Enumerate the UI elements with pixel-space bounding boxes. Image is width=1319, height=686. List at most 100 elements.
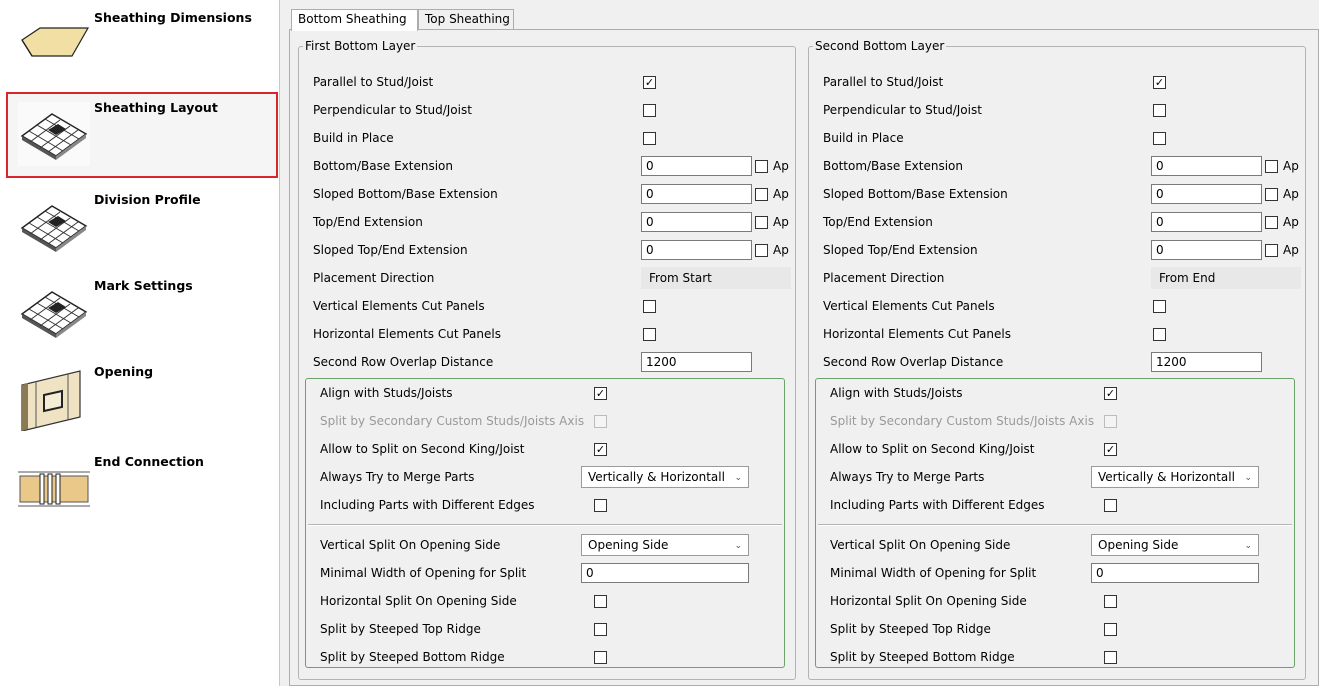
- min-width-input[interactable]: 0: [581, 563, 749, 583]
- split-secondary-checkbox[interactable]: [1104, 414, 1117, 428]
- build-in-place-label: Build in Place: [823, 131, 904, 145]
- ap-label: Ap: [773, 243, 789, 257]
- min-width-label: Minimal Width of Opening for Split: [320, 566, 527, 580]
- bottom-extension-input[interactable]: 0: [1151, 156, 1262, 176]
- vertical-cut-label: Vertical Elements Cut Panels: [313, 299, 485, 313]
- bottom-extension-label: Bottom/Base Extension: [823, 159, 964, 173]
- sloped-top-extension-label: Sloped Top/End Extension: [313, 243, 468, 257]
- top-extension-input[interactable]: 0: [641, 212, 752, 232]
- sloped-bottom-extension-input[interactable]: 0: [641, 184, 752, 204]
- ap-label: Ap: [1283, 215, 1299, 229]
- merge-value: Vertically & Horizontall: [588, 470, 725, 484]
- overlap-label: Second Row Overlap Distance: [823, 355, 1004, 369]
- perpendicular-checkbox[interactable]: [643, 103, 656, 117]
- horizontal-cut-label: Horizontal Elements Cut Panels: [823, 327, 1011, 341]
- parallel-checkbox[interactable]: ✓: [1153, 75, 1166, 89]
- sloped-top-extension-input[interactable]: 0: [641, 240, 752, 260]
- sloped-bottom-extension-ap-checkbox[interactable]: [1265, 187, 1278, 201]
- min-width-label: Minimal Width of Opening for Split: [830, 566, 1037, 580]
- horizontal-split-checkbox[interactable]: [1104, 594, 1117, 608]
- ap-label: Ap: [773, 159, 789, 173]
- sloped-bottom-extension-input[interactable]: 0: [1151, 184, 1262, 204]
- including-checkbox[interactable]: [1104, 498, 1117, 512]
- nav-label: End Connection: [94, 454, 204, 469]
- ap-label: Ap: [1283, 187, 1299, 201]
- nav-label: Sheathing Layout: [94, 100, 218, 115]
- steeped-top-checkbox[interactable]: [1104, 622, 1117, 636]
- vertical-split-value: Opening Side: [1098, 538, 1179, 552]
- sloped-top-extension-ap-checkbox[interactable]: [1265, 243, 1278, 257]
- horizontal-split-label: Horizontal Split On Opening Side: [320, 594, 517, 608]
- tab-bottom-sheathing[interactable]: Bottom Sheathing: [291, 9, 418, 31]
- nav-item-division-profile[interactable]: Division Profile: [8, 186, 276, 272]
- chevron-down-icon: ⌄: [734, 473, 742, 483]
- allow-split-checkbox[interactable]: ✓: [1104, 442, 1117, 456]
- sheathing-dimensions-icon: [18, 12, 90, 76]
- steeped-top-checkbox[interactable]: [594, 622, 607, 636]
- bottom-extension-ap-checkbox[interactable]: [755, 159, 768, 173]
- placement-direction-button[interactable]: From Start: [641, 267, 791, 289]
- horizontal-cut-checkbox[interactable]: [643, 327, 656, 341]
- ap-label: Ap: [773, 187, 789, 201]
- align-checkbox[interactable]: ✓: [594, 386, 607, 400]
- top-extension-ap-checkbox[interactable]: [1265, 215, 1278, 229]
- nav-item-end-connection[interactable]: End Connection: [8, 448, 276, 534]
- nav-item-opening[interactable]: Opening: [8, 358, 276, 444]
- merge-dropdown[interactable]: Vertically & Horizontall ⌄: [1091, 466, 1259, 488]
- split-secondary-checkbox[interactable]: [594, 414, 607, 428]
- top-extension-input[interactable]: 0: [1151, 212, 1262, 232]
- perpendicular-checkbox[interactable]: [1153, 103, 1166, 117]
- bottom-extension-input[interactable]: 0: [641, 156, 752, 176]
- ap-label: Ap: [1283, 159, 1299, 173]
- horizontal-cut-checkbox[interactable]: [1153, 327, 1166, 341]
- vertical-cut-label: Vertical Elements Cut Panels: [823, 299, 995, 313]
- horizontal-split-label: Horizontal Split On Opening Side: [830, 594, 1027, 608]
- vertical-split-value: Opening Side: [588, 538, 669, 552]
- nav-item-mark-settings[interactable]: Mark Settings: [8, 272, 276, 358]
- build-in-place-label: Build in Place: [313, 131, 394, 145]
- overlap-input[interactable]: 1200: [1151, 352, 1262, 372]
- split-secondary-label: Split by Secondary Custom Studs/Joists A…: [830, 414, 1095, 428]
- min-width-input[interactable]: 0: [1091, 563, 1259, 583]
- merge-label: Always Try to Merge Parts: [320, 470, 475, 484]
- group-title: Second Bottom Layer: [813, 39, 947, 53]
- placement-direction-button[interactable]: From End: [1151, 267, 1301, 289]
- align-checkbox[interactable]: ✓: [1104, 386, 1117, 400]
- overlap-input[interactable]: 1200: [641, 352, 752, 372]
- allow-split-label: Allow to Split on Second King/Joist: [830, 442, 1035, 456]
- align-label: Align with Studs/Joists: [830, 386, 963, 400]
- nav-label: Sheathing Dimensions: [94, 10, 252, 25]
- split-options-group: Align with Studs/Joists ✓ Split by Secon…: [305, 378, 785, 668]
- including-checkbox[interactable]: [594, 498, 607, 512]
- sloped-bottom-extension-ap-checkbox[interactable]: [755, 187, 768, 201]
- nav-item-sheathing-dimensions[interactable]: Sheathing Dimensions: [8, 4, 276, 90]
- vertical-cut-checkbox[interactable]: [1153, 299, 1166, 313]
- steeped-bottom-checkbox[interactable]: [1104, 650, 1117, 664]
- vertical-cut-checkbox[interactable]: [643, 299, 656, 313]
- build-in-place-checkbox[interactable]: [643, 131, 656, 145]
- sloped-top-extension-ap-checkbox[interactable]: [755, 243, 768, 257]
- steeped-bottom-label: Split by Steeped Bottom Ridge: [320, 650, 505, 664]
- bottom-extension-ap-checkbox[interactable]: [1265, 159, 1278, 173]
- vertical-split-dropdown[interactable]: Opening Side ⌄: [581, 534, 749, 556]
- allow-split-checkbox[interactable]: ✓: [594, 442, 607, 456]
- settings-navigation: Sheathing Dimensions Sheathing Layout Di…: [0, 0, 280, 686]
- steeped-bottom-checkbox[interactable]: [594, 650, 607, 664]
- parallel-checkbox[interactable]: ✓: [643, 75, 656, 89]
- opening-icon: [18, 366, 90, 431]
- sloped-top-extension-label: Sloped Top/End Extension: [823, 243, 978, 257]
- horizontal-cut-label: Horizontal Elements Cut Panels: [313, 327, 501, 341]
- top-extension-ap-checkbox[interactable]: [755, 215, 768, 229]
- chevron-down-icon: ⌄: [1244, 541, 1252, 551]
- parallel-label: Parallel to Stud/Joist: [823, 75, 944, 89]
- tab-top-sheathing[interactable]: Top Sheathing: [418, 9, 514, 30]
- build-in-place-checkbox[interactable]: [1153, 131, 1166, 145]
- align-label: Align with Studs/Joists: [320, 386, 453, 400]
- sloped-top-extension-input[interactable]: 0: [1151, 240, 1262, 260]
- sloped-bottom-extension-label: Sloped Bottom/Base Extension: [313, 187, 498, 201]
- merge-dropdown[interactable]: Vertically & Horizontall ⌄: [581, 466, 749, 488]
- tab-content: First Bottom Layer Parallel to Stud/Jois…: [289, 29, 1319, 686]
- horizontal-split-checkbox[interactable]: [594, 594, 607, 608]
- nav-item-sheathing-layout[interactable]: Sheathing Layout: [6, 92, 278, 178]
- vertical-split-dropdown[interactable]: Opening Side ⌄: [1091, 534, 1259, 556]
